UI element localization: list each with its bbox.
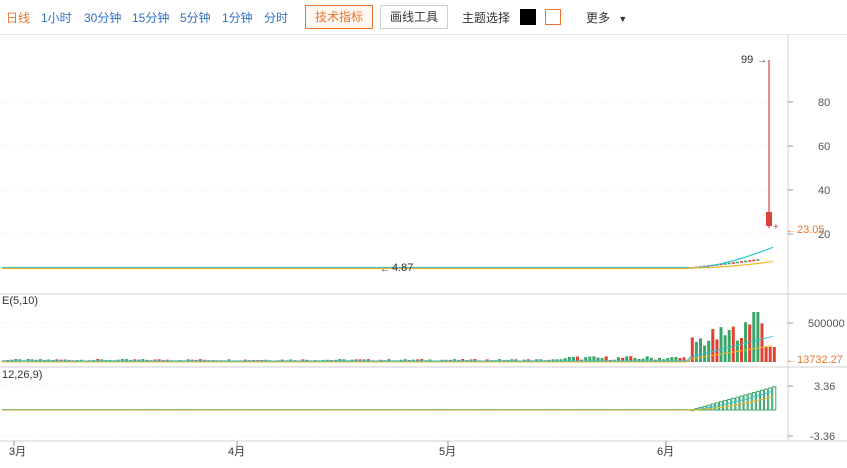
price-candle [740, 261, 743, 263]
price-candle [735, 261, 739, 264]
x-tick-label: 6月 [657, 446, 674, 458]
volume-bar [731, 326, 735, 362]
price-candle [744, 260, 748, 263]
macd-bar [735, 396, 740, 411]
volume-bar [760, 323, 764, 362]
caret-down-icon: ▼ [618, 14, 628, 24]
macd-y-tick-bottom: -3.36 [810, 431, 835, 443]
arrow-right-icon: → [757, 55, 767, 66]
high-price-label: 99 [741, 54, 753, 66]
draw-tools-button[interactable]: 画线工具 [380, 5, 449, 29]
volume-bar [756, 312, 760, 362]
period-5min[interactable]: 5分钟 [180, 9, 211, 26]
macd-histogram [2, 386, 777, 412]
price-candle [731, 262, 735, 264]
kline-chart[interactable]: 80 60 40 20 99 → ← 4.87 + ← 23.05 E(5,10… [0, 34, 847, 465]
period-30min[interactable]: 30分钟 [84, 9, 121, 26]
volume-bar [699, 338, 702, 362]
volume-bar [694, 341, 698, 362]
x-tick-label: 4月 [228, 446, 245, 458]
volume-bar [707, 340, 711, 362]
volume-y-tick: 500000 [808, 318, 845, 330]
x-tick-label: 5月 [439, 446, 456, 458]
tech-indicator-button[interactable]: 技术指标 [305, 5, 374, 29]
price-candle [752, 259, 756, 262]
volume-bars [2, 312, 776, 362]
volume-ma-short [2, 335, 773, 362]
y-tick-label: 40 [818, 185, 830, 197]
macd-bar [772, 386, 777, 411]
volume-bar [719, 327, 723, 362]
theme-black-swatch[interactable] [520, 9, 536, 25]
price-candle [748, 260, 752, 262]
x-axis: 3月 4月 5月 6月 [9, 441, 674, 458]
volume-bar [764, 347, 768, 362]
volume-bar [711, 329, 715, 362]
period-15min[interactable]: 15分钟 [132, 9, 169, 26]
arrow-left-icon: ← [380, 264, 390, 275]
spike-candle-body [766, 212, 772, 226]
arrow-left-icon: ← [786, 355, 796, 366]
period-timeshare[interactable]: 分时 [264, 9, 288, 26]
macd-bar [764, 388, 769, 411]
plus-icon: + [773, 222, 779, 233]
arrow-left-icon: ← [786, 225, 796, 236]
chart-toolbar: 日线 1小时 30分钟 15分钟 5分钟 1分钟 分时 技术指标 画线工具 主题… [0, 0, 847, 35]
macd-bar [727, 398, 732, 411]
volume-bar [768, 347, 772, 362]
volume-bar [744, 322, 748, 362]
x-tick-label: 3月 [9, 446, 26, 458]
volume-bar [727, 329, 731, 362]
more-menu[interactable]: 更多 ▼ [586, 9, 627, 26]
theme-label: 主题选择 [462, 11, 511, 25]
current-volume-label: 13732.27 [797, 354, 843, 366]
volume-bar [748, 324, 752, 362]
macd-bar [739, 395, 744, 411]
theme-white-swatch[interactable] [545, 9, 561, 25]
y-tick-label: 80 [818, 97, 830, 109]
period-1hour[interactable]: 1小时 [41, 9, 72, 26]
period-daily[interactable]: 日线 [6, 9, 30, 26]
y-tick-label: 60 [818, 141, 830, 153]
volume-indicator-label: E(5,10) [2, 295, 38, 307]
price-y-axis: 80 60 40 20 [788, 97, 830, 241]
current-price-label: 23.05 [797, 224, 825, 236]
volume-bar [740, 338, 743, 362]
volume-bar [772, 347, 776, 362]
macd-indicator-label: 12,26,9) [2, 369, 42, 381]
price-candle [727, 262, 731, 265]
low-price-label: 4.87 [392, 262, 413, 274]
macd-bar [731, 397, 736, 411]
macd-dif-line [2, 390, 773, 411]
volume-bar [752, 312, 756, 362]
macd-dea-line [2, 396, 773, 411]
more-label: 更多 [586, 11, 611, 25]
macd-y-tick-top: 3.36 [814, 381, 835, 393]
macd-bar [723, 400, 728, 411]
price-candle [756, 259, 760, 261]
period-1min[interactable]: 1分钟 [222, 9, 253, 26]
